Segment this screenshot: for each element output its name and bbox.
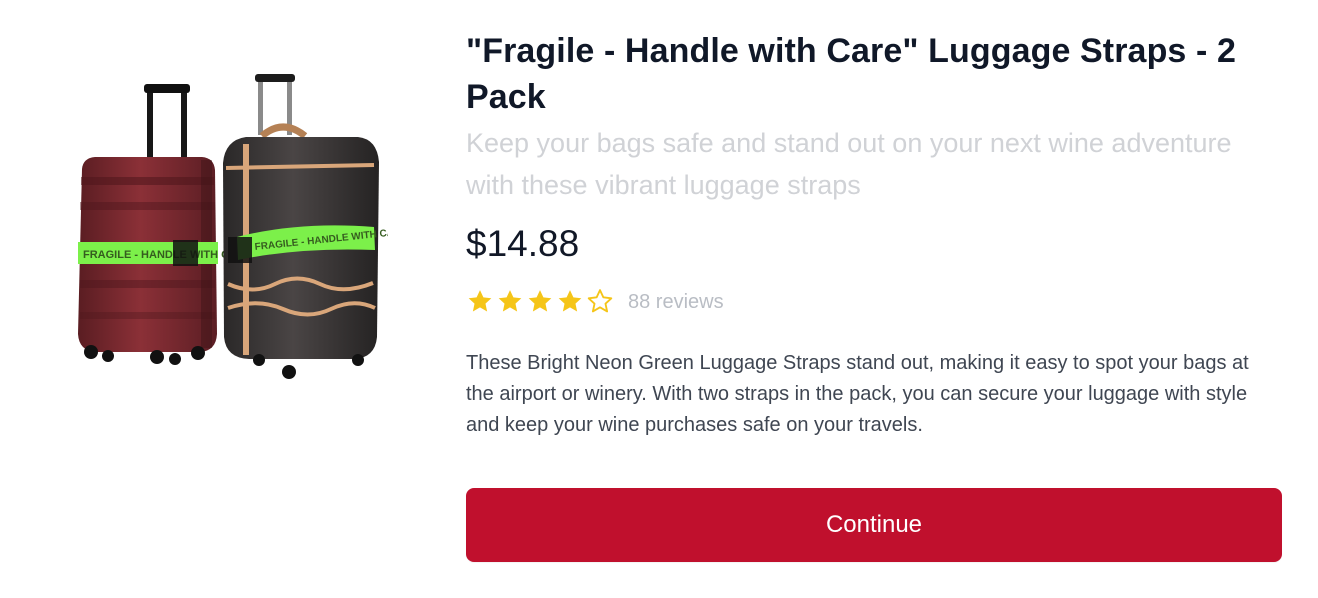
product-description: These Bright Neon Green Luggage Straps s… xyxy=(466,352,1249,436)
product-image: FRAGILE - HANDLE WITH CARE FRAGILE - HAN… xyxy=(68,66,409,396)
luggage-illustration: FRAGILE - HANDLE WITH CARE FRAGILE - HAN… xyxy=(78,74,409,379)
star-filled-icon xyxy=(498,290,522,312)
product-subtitle: Keep your bags safe and stand out on you… xyxy=(466,128,1232,200)
continue-button[interactable]: Continue xyxy=(466,488,1282,562)
star-filled-icon xyxy=(528,290,552,312)
review-count[interactable]: 88 reviews xyxy=(628,288,724,316)
star-filled-icon xyxy=(468,290,492,312)
star-filled-icon xyxy=(558,290,582,312)
rating-row: 88 reviews xyxy=(466,284,1282,320)
product-price: $14.88 xyxy=(466,223,580,264)
dark-suitcase: FRAGILE - HANDLE WITH CARE xyxy=(223,74,409,379)
product-title: "Fragile - Handle with Care" Luggage Str… xyxy=(466,32,1236,116)
product-details: "Fragile - Handle with Care" Luggage Str… xyxy=(466,28,1282,441)
rating-stars xyxy=(466,288,614,316)
star-empty-icon xyxy=(587,289,613,313)
